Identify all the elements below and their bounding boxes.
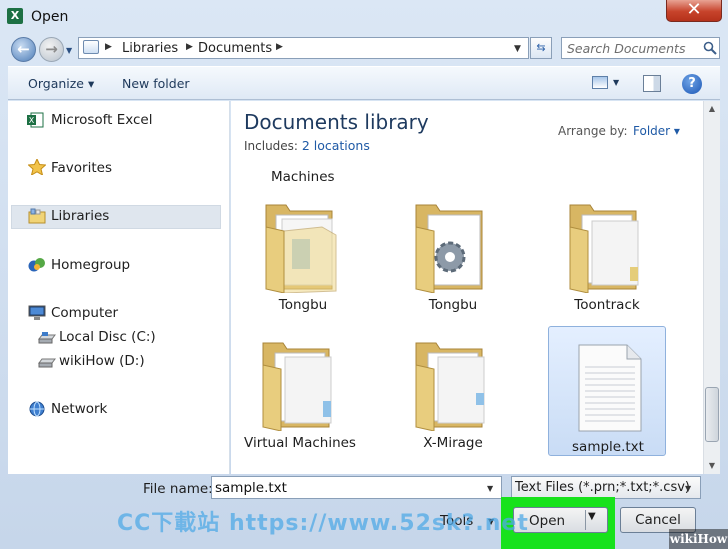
- search-box[interactable]: Search Documents: [561, 37, 720, 59]
- sidebar-item-computer[interactable]: Computer: [51, 305, 118, 321]
- refresh-button[interactable]: ⇆: [530, 37, 552, 59]
- address-bar[interactable]: ▶ Libraries ▶ Documents ▶ ▼: [78, 37, 529, 59]
- excel-icon: X: [7, 8, 23, 24]
- folder-gear-icon: [415, 204, 483, 293]
- open-options-chevron-icon[interactable]: ▼: [588, 511, 596, 522]
- open-button-label: Open: [529, 513, 566, 529]
- file-item[interactable]: Tongbu: [394, 185, 512, 315]
- file-name-dropdown-icon[interactable]: ▼: [487, 484, 493, 493]
- locations-link[interactable]: 2 locations: [302, 138, 370, 153]
- title-bar: X Open ✕: [0, 0, 728, 32]
- file-grid: Machines Tongbu Tongbu Toontrack Virtual…: [231, 163, 703, 474]
- change-view-icon[interactable]: [592, 76, 608, 89]
- navigation-pane: X Microsoft Excel Favorites Libraries Ho…: [8, 101, 230, 474]
- search-icon[interactable]: [703, 41, 717, 55]
- file-type-dropdown-icon[interactable]: ▼: [685, 484, 691, 493]
- scroll-up-icon[interactable]: ▲: [704, 101, 720, 117]
- search-input[interactable]: Search Documents: [567, 41, 685, 56]
- library-title: Documents library: [244, 110, 429, 134]
- libraries-icon: [28, 208, 46, 224]
- breadcrumb-libraries[interactable]: Libraries: [122, 41, 178, 56]
- arrange-by-dropdown[interactable]: Folder ▾: [633, 124, 680, 138]
- window-title: Open: [31, 9, 69, 25]
- folder-icon: [265, 204, 337, 293]
- star-icon: [28, 159, 46, 175]
- file-label: X-Mirage: [423, 435, 483, 451]
- wikihow-logo: wikiHow: [669, 529, 728, 549]
- sidebar-item-microsoft-excel[interactable]: Microsoft Excel: [51, 112, 153, 128]
- sidebar-item-network[interactable]: Network: [51, 401, 107, 417]
- forward-button[interactable]: →: [39, 37, 64, 62]
- scroll-down-icon[interactable]: ▼: [704, 458, 720, 474]
- back-button[interactable]: ←: [11, 37, 36, 62]
- open-dialog: X Open ✕ ← → ▼ ▶ Libraries ▶ Documents ▶…: [0, 0, 728, 549]
- sidebar-item-homegroup[interactable]: Homegroup: [51, 257, 130, 273]
- recent-pages-chevron-icon[interactable]: ▼: [66, 46, 72, 55]
- file-item-selected[interactable]: sample.txt: [548, 326, 666, 456]
- file-item[interactable]: X-Mirage: [394, 323, 512, 453]
- chevron-right-icon[interactable]: ▶: [186, 42, 193, 52]
- file-label: sample.txt: [572, 439, 644, 455]
- file-item[interactable]: Virtual Machines: [241, 323, 359, 453]
- chevron-right-icon[interactable]: ▶: [276, 42, 283, 52]
- library-header: Documents library Includes: 2 locations …: [231, 101, 703, 163]
- file-item[interactable]: Toontrack: [548, 185, 666, 315]
- file-label: Virtual Machines: [244, 435, 356, 451]
- file-name-input[interactable]: [211, 476, 502, 499]
- split-divider: [585, 510, 586, 530]
- svg-text:X: X: [29, 116, 35, 125]
- vertical-scrollbar[interactable]: ▲ ▼: [703, 101, 720, 474]
- file-list-pane: Documents library Includes: 2 locations …: [231, 101, 703, 474]
- hard-drive-icon: [38, 332, 56, 344]
- folder-icon: [569, 204, 639, 293]
- chevron-right-icon[interactable]: ▶: [105, 42, 112, 52]
- file-type-select[interactable]: Text Files (*.prn;*.txt;*.csv): [511, 476, 701, 499]
- library-includes: Includes: 2 locations: [244, 138, 370, 153]
- command-toolbar: Organize ▾ New folder ▼ ?: [8, 66, 720, 100]
- computer-icon: [28, 305, 46, 320]
- scroll-thumb[interactable]: [705, 387, 719, 442]
- sidebar-item-local-disc[interactable]: Local Disc (C:): [59, 329, 156, 345]
- help-button[interactable]: ?: [682, 74, 702, 94]
- file-label: Toontrack: [574, 297, 640, 313]
- organize-button[interactable]: Organize ▾: [28, 76, 94, 91]
- includes-label: Includes:: [244, 139, 298, 153]
- file-label: Tongbu: [278, 297, 328, 313]
- tools-chevron-icon[interactable]: ▼: [488, 517, 494, 526]
- homegroup-icon: [28, 258, 45, 272]
- folder-icon: [262, 342, 332, 431]
- file-name-label: File name:: [143, 481, 213, 497]
- dialog-footer: File name: ▼ Text Files (*.prn;*.txt;*.c…: [0, 474, 728, 549]
- file-label: Tongbu: [428, 297, 478, 313]
- view-options-chevron-icon[interactable]: ▼: [613, 78, 619, 87]
- libraries-icon: [83, 40, 99, 54]
- new-folder-button[interactable]: New folder: [122, 76, 190, 91]
- text-file-icon: [578, 344, 642, 432]
- address-dropdown-icon[interactable]: ▼: [514, 44, 521, 54]
- open-button[interactable]: Open ▼: [513, 507, 608, 533]
- sidebar-item-wikihow-drive[interactable]: wikiHow (D:): [59, 353, 145, 369]
- arrange-by-label: Arrange by:: [558, 124, 628, 138]
- drive-icon: [38, 358, 56, 368]
- close-button[interactable]: ✕: [666, 0, 722, 22]
- preview-pane-icon[interactable]: [643, 75, 661, 92]
- breadcrumb-documents[interactable]: Documents: [198, 41, 272, 56]
- network-icon: [29, 401, 45, 417]
- sidebar-item-libraries[interactable]: Libraries: [51, 208, 109, 224]
- folder-icon: [415, 342, 485, 431]
- sidebar-item-favorites[interactable]: Favorites: [51, 160, 112, 176]
- file-item[interactable]: Tongbu: [244, 185, 362, 315]
- excel-icon: X: [27, 112, 44, 128]
- file-label[interactable]: Machines: [271, 169, 335, 185]
